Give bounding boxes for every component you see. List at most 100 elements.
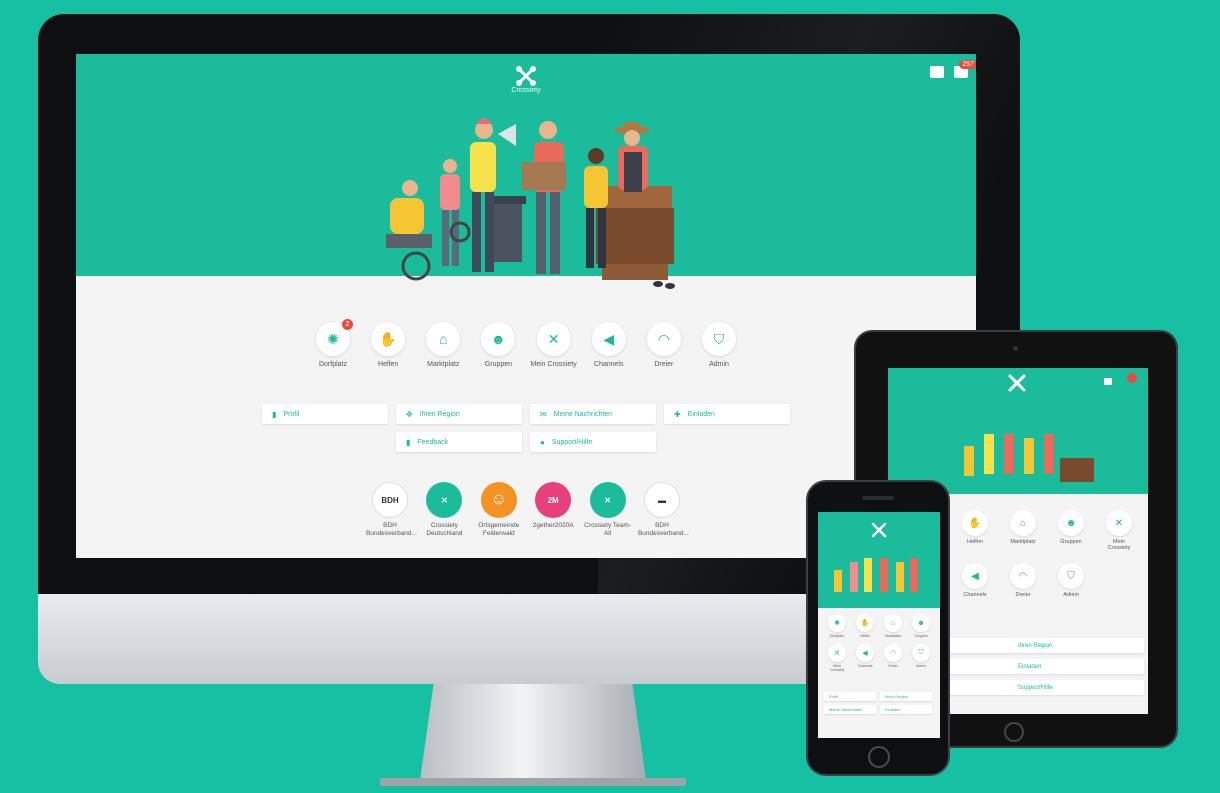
phone-link[interactable]: Meine Nachrichten [824, 705, 876, 714]
app-label: Dorfplatz [318, 361, 347, 368]
tablet-app-icon: ✕ [1106, 510, 1132, 536]
phone-apps: ✺ Dorfplatz ✋ Helfen ⌂ Marktplatz ☻ Gruppen … [826, 614, 934, 672]
crossiety-icon: ✕ [536, 322, 571, 356]
app-label: Channels [593, 361, 624, 368]
org-label: BDH Bundesverband... [366, 522, 417, 537]
org-label: BDH Bundesverband... [637, 522, 689, 537]
org-item[interactable]: ▬ BDH Bundesverband... [637, 482, 689, 538]
tablet-app-item[interactable]: ⛉ Admin [1054, 563, 1088, 598]
tablet-links: Ihren Region Einladen Support/Hilfe [948, 638, 1144, 701]
phone-app-item[interactable]: ⌂ Marktplatz [882, 614, 904, 638]
phone-device: ✺ Dorfplatz ✋ Helfen ⌂ Marktplatz ☻ Gruppen … [806, 480, 950, 776]
handshake-icon: ✋ [371, 322, 406, 356]
bell-icon[interactable]: 257 [954, 60, 976, 78]
phone-link[interactable]: Profil [824, 692, 876, 701]
link-ihren-region[interactable]: ✥ Ihren Region [396, 404, 522, 424]
tablet-app-icon: ⛉ [1058, 563, 1084, 589]
app-admin[interactable]: ⛉ Admin [694, 322, 744, 369]
org-label: Crossiety Team-All [584, 522, 631, 537]
mail-icon: ✉ [540, 409, 547, 419]
phone-app-item[interactable]: ✕ Mein Crossiety [826, 644, 848, 672]
tablet-camera [1013, 346, 1018, 351]
phone-app-item[interactable]: ✺ Dorfplatz [826, 614, 848, 638]
phone-app-item[interactable]: ✋ Helfen [854, 614, 876, 638]
tablet-app-item[interactable]: ✋ Helfen [958, 510, 992, 551]
phone-hero-illustration [834, 522, 918, 592]
tablet-link[interactable]: Einladen [948, 659, 1144, 674]
phone-link[interactable]: Ihren Region [880, 692, 932, 701]
org-logo: BDH [372, 482, 408, 518]
app-label: Marktplatz [427, 361, 460, 368]
phone-app-item[interactable]: ☻ Gruppen [910, 614, 932, 638]
tablet-app-icon: ◠ [1010, 563, 1036, 589]
chat-icon[interactable] [930, 66, 944, 78]
tablet-app-item[interactable]: ◠ Dreier [1006, 563, 1040, 598]
user-icon: ▮ [272, 409, 277, 419]
app-label: Gruppen [484, 361, 513, 368]
phone-screen: ✺ Dorfplatz ✋ Helfen ⌂ Marktplatz ☻ Gruppen … [818, 512, 940, 738]
crossiety-logo[interactable]: Crossiety [509, 66, 543, 94]
app-mein-crossiety[interactable]: ✕ Mein Crossiety [529, 322, 579, 369]
monitor-stand [420, 684, 646, 780]
org-label: 2gether2020A [532, 522, 574, 529]
link-meine-nachrichten[interactable]: ✉ Meine Nachrichten [530, 404, 656, 424]
tablet-hero-illustration [948, 373, 1137, 494]
notifications-badge: 257 [959, 60, 976, 69]
org-item[interactable]: ✕ Crossiety Deutschland [420, 482, 468, 538]
org-label: Ortsgemeinde Felderwald [478, 522, 520, 537]
org-logo: ▬ [643, 482, 680, 518]
link-support[interactable]: ● Support/Hilfe [530, 432, 656, 452]
phone-app-item[interactable]: ⛉ Admin [910, 644, 932, 672]
app-gruppen[interactable]: ☻ Gruppen [473, 322, 523, 369]
feedback-icon: ▮ [406, 437, 411, 447]
tablet-app-icon: ⌂ [1010, 510, 1036, 536]
phone-link[interactable]: Einladen [880, 705, 932, 714]
org-item[interactable]: ✕ Crossiety Team-All [584, 482, 632, 538]
quick-links: ▮ Profil ✥ Ihren Region ✉ Meine Nachrichten… [260, 404, 792, 460]
tablet-link[interactable]: Ihren Region [948, 638, 1144, 653]
org-label: Crossiety Deutschland [426, 522, 463, 537]
basket-icon: ⌂ [426, 322, 461, 356]
org-item[interactable]: BDH BDH Bundesverband... [366, 482, 417, 538]
tablet-app-icon: ◀ [962, 563, 988, 589]
tablet-home-button[interactable] [1004, 722, 1024, 742]
org-logo: ✕ [426, 482, 463, 518]
phone-home-button[interactable] [868, 746, 890, 768]
link-feedback[interactable]: ▮ Feedback [396, 432, 522, 452]
shield-icon: ⛉ [701, 322, 736, 356]
org-logo: ☺ [480, 482, 517, 518]
tablet-app-item[interactable]: ✕ Mein Crossiety [1102, 510, 1136, 551]
header-icons: 257 [930, 60, 976, 78]
pin-icon: ✥ [406, 409, 413, 419]
organisations-row: BDH BDH Bundesverband... ✕ Crossiety Deu… [366, 482, 689, 538]
phone-app-item[interactable]: ◠ Dreier [882, 644, 904, 672]
tablet-hero [888, 368, 1148, 494]
community-illustration [386, 118, 675, 289]
apps-row: ✺ 2 Dorfplatz ✋ Helfen ⌂ Marktplatz ☻ Gru… [308, 319, 744, 369]
tablet-app-icon: ☻ [1058, 510, 1084, 536]
tablet-app-item[interactable]: ◀ Channels [958, 563, 992, 598]
org-logo: ✕ [589, 482, 626, 518]
megaphone-icon: ◀ [591, 322, 626, 356]
tablet-app-icon: ✋ [962, 510, 988, 536]
tablet-link[interactable]: Support/Hilfe [948, 680, 1144, 695]
app-channels[interactable]: ◀ Channels [584, 322, 634, 369]
crossiety-logo-icon [516, 66, 536, 86]
app-helfen[interactable]: ✋ Helfen [363, 322, 413, 369]
phone-links: Profil Ihren Region Meine Nachrichten Ei… [824, 692, 934, 714]
app-label: Helfen [378, 361, 399, 368]
link-einladen[interactable]: ✚ Einladen [664, 404, 790, 424]
app-dreier[interactable]: ◠ Dreier [639, 322, 689, 369]
tablet-app-item[interactable]: ⌂ Marktplatz [1006, 510, 1040, 551]
app-dorfplatz[interactable]: ✺ 2 Dorfplatz [308, 319, 358, 369]
group-icon: ☻ [481, 322, 516, 356]
phone-app-item[interactable]: ◀ Channels [854, 644, 876, 672]
org-item[interactable]: 2M 2gether2020A [529, 482, 577, 538]
app-label: Admin [709, 361, 729, 368]
tablet-app-item[interactable]: ☻ Gruppen [1054, 510, 1088, 551]
app-label: Mein Crossiety [530, 361, 577, 368]
wifi-icon: ◠ [646, 322, 681, 356]
app-marktplatz[interactable]: ⌂ Marktplatz [418, 322, 468, 369]
link-profil[interactable]: ▮ Profil [262, 404, 388, 424]
org-item[interactable]: ☺ Ortsgemeinde Felderwald [475, 482, 523, 538]
